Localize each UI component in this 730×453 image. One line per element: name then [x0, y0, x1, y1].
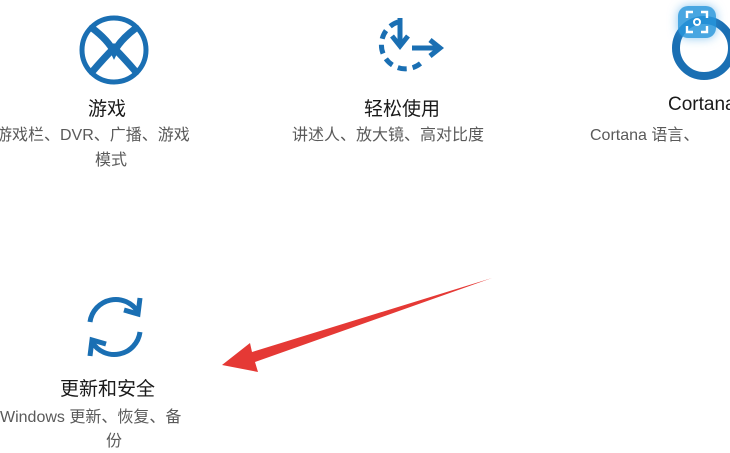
tile-title: 游戏 — [88, 99, 127, 120]
screen-capture-icon — [685, 10, 709, 34]
tile-title: Cortana — [668, 94, 730, 115]
tile-description: 份 — [106, 433, 123, 450]
tile-description: 游戏栏、DVR、广播、游戏 — [0, 127, 190, 144]
ease-of-access-icon — [378, 18, 445, 72]
tile-description: 模式 — [95, 152, 128, 169]
tile-description: Windows 更新、恢复、备 — [0, 409, 182, 426]
tile-gaming[interactable]: 游戏 游戏栏、DVR、广播、游戏 模式 — [0, 0, 230, 180]
tile-update-security[interactable]: 更新和安全 Windows 更新、恢复、备 份 — [0, 270, 240, 453]
tile-description: 讲述人、放大镜、高对比度 — [292, 127, 485, 144]
tile-ease-of-access[interactable]: 轻松使用 讲述人、放大镜、高对比度 — [280, 0, 530, 170]
tile-title: 更新和安全 — [60, 379, 156, 400]
screen-capture-button[interactable] — [678, 6, 716, 38]
tile-description: Cortana 语言、 — [590, 127, 700, 144]
xbox-icon — [79, 15, 149, 85]
settings-page: 游戏 游戏栏、DVR、广播、游戏 模式 轻松使用 讲述人、放大镜、高对比度 Co… — [0, 0, 730, 453]
tile-title: 轻松使用 — [364, 99, 441, 120]
sync-icon — [87, 297, 143, 357]
